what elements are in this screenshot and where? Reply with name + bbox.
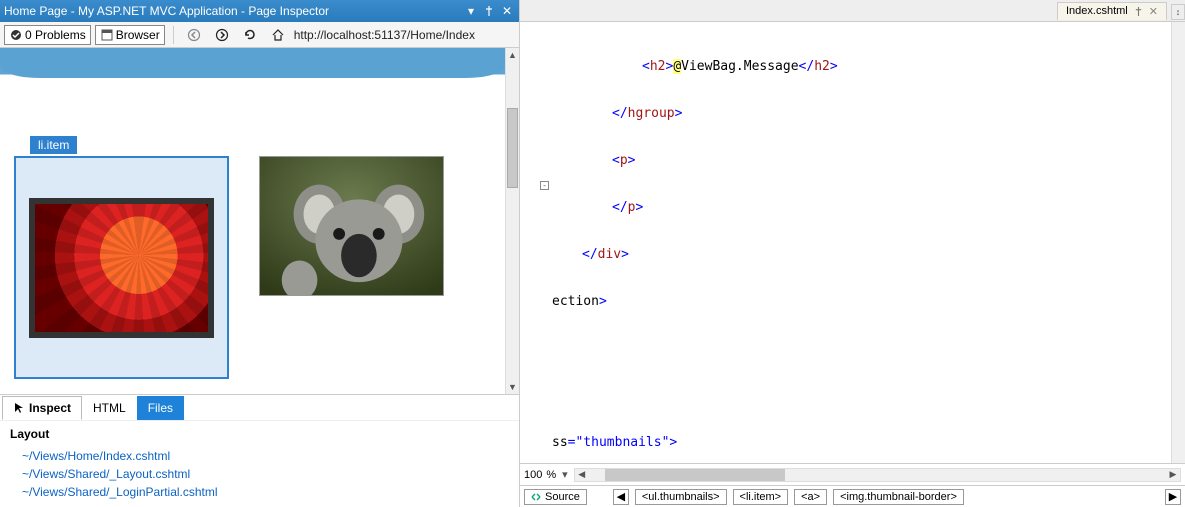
tab-html[interactable]: HTML	[82, 396, 137, 420]
forward-button[interactable]	[210, 25, 234, 45]
breadcrumb-item[interactable]: <li.item>	[733, 489, 789, 505]
source-view-button[interactable]: Source	[524, 489, 587, 505]
browser-label: Browser	[116, 28, 160, 42]
tab-pin-icon[interactable]	[1134, 7, 1143, 16]
inspector-toolbar: 0 Problems Browser http://localhost:5113…	[0, 22, 519, 48]
page-header-strip	[0, 48, 505, 92]
layout-file-link[interactable]: ~/Views/Home/Index.cshtml	[10, 447, 509, 465]
breadcrumb-item[interactable]: <a>	[794, 489, 827, 505]
editor-status-bar: 100 % ▾ ◀ ▶	[520, 463, 1185, 485]
breadcrumb-item[interactable]: <img.thumbnail-border>	[833, 489, 964, 505]
element-breadcrumb-bar: Source ◀ <ul.thumbnails> <li.item> <a> <…	[520, 485, 1185, 507]
layout-heading: Layout	[10, 427, 509, 441]
code-editor[interactable]: - <h2>@ViewBag.Message</h2> </hgroup> <p…	[520, 22, 1185, 463]
inspector-title: Home Page - My ASP.NET MVC Application -…	[4, 4, 461, 18]
tab-files[interactable]: Files	[137, 396, 184, 420]
refresh-icon	[243, 28, 257, 42]
editor-tab-label: Index.cshtml	[1066, 5, 1128, 17]
editor-vertical-scrollbar[interactable]: ↕	[1171, 22, 1185, 463]
layout-files-panel: Layout ~/Views/Home/Index.cshtml ~/Views…	[0, 420, 519, 507]
inspector-bottom-tabs: Inspect HTML Files	[0, 394, 519, 420]
scroll-thumb[interactable]	[507, 108, 518, 188]
breadcrumb-item[interactable]: <ul.thumbnails>	[635, 489, 727, 505]
toolbar-separator	[173, 26, 174, 44]
editor-horizontal-scrollbar[interactable]: ◀ ▶	[574, 468, 1181, 482]
cursor-icon	[13, 402, 25, 414]
editor-tab-bar: Index.cshtml ✕ ▾	[520, 0, 1185, 22]
hscroll-thumb[interactable]	[605, 469, 785, 481]
layout-file-link[interactable]: ~/Views/Shared/_Layout.cshtml	[10, 465, 509, 483]
scroll-right-icon[interactable]: ▶	[1166, 469, 1180, 481]
preview-vertical-scrollbar[interactable]: ▲ ▼	[505, 48, 519, 394]
tab-inspect[interactable]: Inspect	[2, 396, 82, 420]
window-dropdown-icon[interactable]: ▾	[463, 3, 479, 19]
address-bar[interactable]: http://localhost:51137/Home/Index	[294, 28, 515, 42]
browser-preview: li.item	[0, 48, 519, 394]
refresh-button[interactable]	[238, 25, 262, 45]
fold-toggle-icon[interactable]: -	[540, 181, 549, 190]
browser-button[interactable]: Browser	[95, 25, 165, 45]
split-editor-icon[interactable]: ↕	[1171, 4, 1185, 20]
problems-label: 0 Problems	[25, 28, 86, 42]
chevron-down-icon[interactable]: ▾	[562, 468, 568, 481]
scroll-up-icon[interactable]: ▲	[506, 48, 519, 62]
breadcrumb-next-button[interactable]: ▶	[1165, 489, 1181, 505]
browser-icon	[100, 28, 114, 42]
layout-file-link[interactable]: ~/Views/Shared/_LoginPartial.cshtml	[10, 483, 509, 501]
home-button[interactable]	[266, 25, 290, 45]
back-icon	[187, 28, 201, 42]
inspector-title-bar: Home Page - My ASP.NET MVC Application -…	[0, 0, 519, 22]
editor-tab-index[interactable]: Index.cshtml ✕	[1057, 2, 1167, 20]
window-pin-icon[interactable]	[481, 3, 497, 19]
check-icon	[9, 28, 23, 42]
zoom-control[interactable]: 100 % ▾	[524, 468, 568, 481]
selected-thumbnail[interactable]	[14, 156, 229, 379]
tab-close-icon[interactable]: ✕	[1149, 5, 1158, 18]
home-icon	[271, 28, 285, 42]
photo-flower[interactable]	[29, 198, 214, 338]
element-highlight-tag: li.item	[30, 136, 77, 154]
forward-icon	[215, 28, 229, 42]
problems-button[interactable]: 0 Problems	[4, 25, 91, 45]
back-button[interactable]	[182, 25, 206, 45]
scroll-down-icon[interactable]: ▼	[506, 380, 519, 394]
window-close-icon[interactable]: ✕	[499, 3, 515, 19]
breadcrumb-prev-button[interactable]: ◀	[613, 489, 629, 505]
photo-koala[interactable]	[259, 156, 444, 296]
scroll-left-icon[interactable]: ◀	[575, 469, 589, 481]
arrows-icon	[531, 492, 541, 502]
